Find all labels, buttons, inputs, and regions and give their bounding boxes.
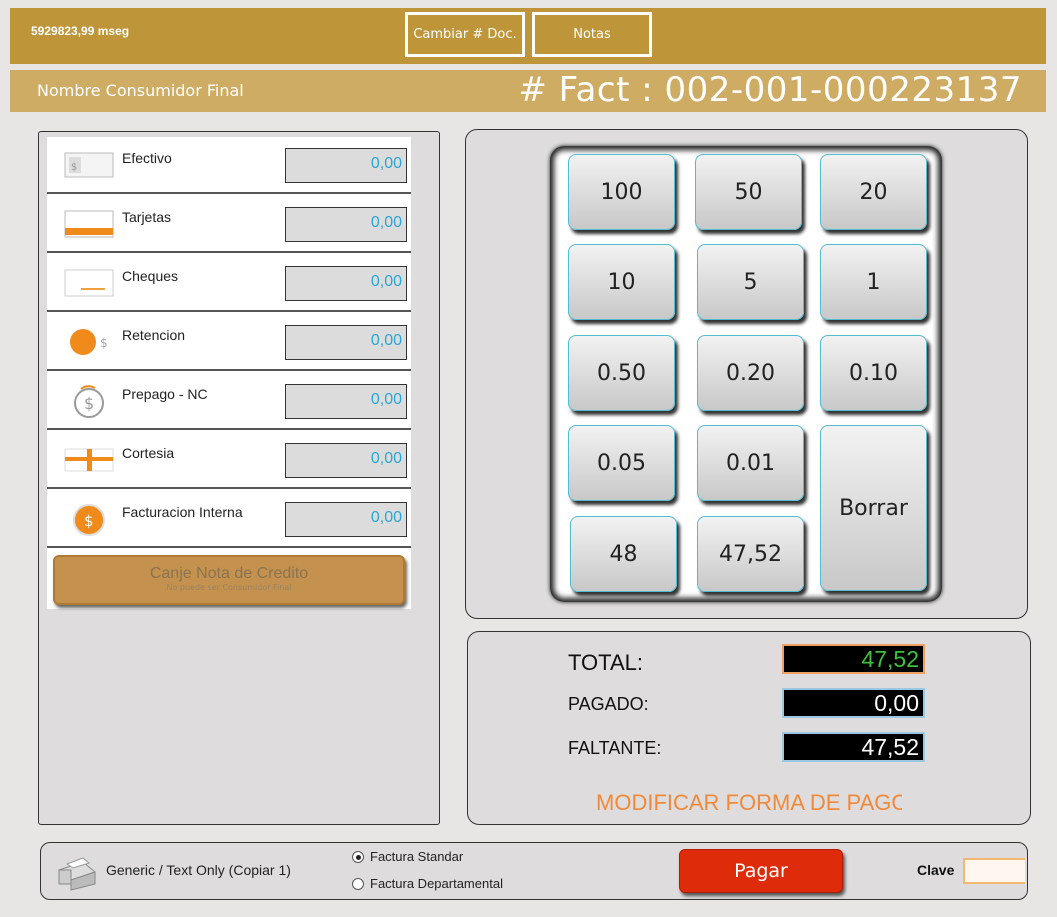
invoice-bar: Nombre Consumidor Final # Fact : 002-001… — [10, 70, 1046, 112]
payment-label: Efectivo — [122, 150, 172, 166]
banknote-icon: $ — [61, 147, 117, 183]
payment-row-prepago[interactable]: $ Prepago - NC 0,00 — [47, 373, 411, 430]
payment-methods-panel: $ Efectivo 0,00 Tarjetas 0,00 Cheques 0,… — [38, 131, 440, 825]
key-0-50[interactable]: 0.50 — [568, 335, 675, 411]
paid-value: 0,00 — [782, 688, 925, 718]
total-label: TOTAL: — [568, 650, 643, 675]
keypad-panel: 100 50 20 10 5 1 0.50 0.20 0.10 0.05 0.0… — [465, 129, 1028, 619]
credit-note-label: Canje Nota de Credito — [149, 565, 309, 582]
payment-label: Cortesia — [122, 445, 175, 461]
coin-retention-icon: $ — [61, 324, 117, 360]
svg-text:$: $ — [71, 162, 77, 173]
payment-row-retencion[interactable]: $ Retencion 0,00 — [47, 314, 411, 371]
key-1[interactable]: 1 — [820, 244, 927, 320]
radio-circle-selected — [352, 850, 364, 863]
invoice-number: # Fact : 002-001-000223137 — [518, 70, 1022, 110]
paid-label: PAGADO: — [568, 694, 649, 714]
payment-label: Prepago - NC — [122, 386, 208, 402]
consumer-name: Nombre Consumidor Final — [37, 81, 244, 100]
totals-panel: TOTAL: 47,52 PAGADO: 0,00 FALTANTE: 47,5… — [467, 631, 1031, 825]
modify-payment-link[interactable]: MODIFICAR FORMA DE PAGO — [596, 790, 902, 816]
payment-row-facturacion-interna[interactable]: $ Facturacion Interna 0,00 — [47, 491, 411, 548]
key-borrar[interactable]: Borrar — [820, 425, 927, 591]
key-10[interactable]: 10 — [568, 244, 675, 320]
key-47-52[interactable]: 47,52 — [697, 516, 804, 592]
missing-label: FALTANTE: — [568, 738, 662, 758]
retencion-amount-input[interactable]: 0,00 — [285, 325, 407, 360]
top-bar: 5929823,99 mseg Cambiar # Doc. Notas — [10, 8, 1046, 64]
keypad: 100 50 20 10 5 1 0.50 0.20 0.10 0.05 0.0… — [550, 146, 942, 602]
payment-row-cheques[interactable]: Cheques 0,00 — [47, 255, 411, 312]
payment-label: Retencion — [122, 327, 186, 343]
credit-note-button[interactable]: Canje Nota de Credito No puede ser Consu… — [53, 555, 405, 605]
change-doc-button[interactable]: Cambiar # Doc. — [405, 12, 525, 57]
password-input[interactable] — [963, 858, 1025, 884]
total-value: 47,52 — [782, 644, 925, 674]
tarjetas-amount-input[interactable]: 0,00 — [285, 207, 407, 242]
printer-name: Generic / Text Only (Copiar 1) — [106, 862, 291, 878]
prepaid-coin-icon: $ — [61, 383, 117, 419]
radio-factura-standar[interactable]: Factura Standar — [352, 849, 463, 864]
radio-label: Factura Standar — [370, 849, 464, 864]
key-50[interactable]: 50 — [695, 154, 802, 230]
key-48[interactable]: 48 — [570, 516, 677, 592]
timer-readout: 5929823,99 mseg — [31, 24, 130, 38]
key-0-10[interactable]: 0.10 — [820, 335, 927, 411]
payment-label: Cheques — [122, 268, 179, 284]
card-icon — [61, 206, 117, 242]
payment-row-efectivo[interactable]: $ Efectivo 0,00 — [47, 137, 411, 194]
payment-list: $ Efectivo 0,00 Tarjetas 0,00 Cheques 0,… — [47, 137, 411, 609]
internal-coin-icon: $ — [61, 501, 117, 537]
prepago-amount-input[interactable]: 0,00 — [285, 384, 407, 419]
cheques-amount-input[interactable]: 0,00 — [285, 266, 407, 301]
radio-label: Factura Departamental — [370, 876, 503, 891]
missing-value: 47,52 — [782, 732, 925, 762]
payment-row-tarjetas[interactable]: Tarjetas 0,00 — [47, 196, 411, 253]
cheque-icon — [61, 265, 117, 301]
svg-text:$: $ — [84, 394, 94, 413]
efectivo-amount-input[interactable]: 0,00 — [285, 148, 407, 183]
key-100[interactable]: 100 — [568, 154, 675, 230]
key-20[interactable]: 20 — [820, 154, 927, 230]
payment-label: Tarjetas — [122, 209, 172, 225]
password-label: Clave — [917, 862, 955, 878]
credit-note-sublabel: No puede ser Consumidor Final — [166, 583, 292, 592]
payment-label: Facturacion Interna — [122, 504, 243, 520]
key-5[interactable]: 5 — [697, 244, 804, 320]
svg-text:$: $ — [100, 336, 108, 350]
printer-icon[interactable] — [53, 854, 97, 892]
pay-button[interactable]: Pagar — [679, 849, 843, 893]
notes-button[interactable]: Notas — [532, 12, 652, 57]
key-0-20[interactable]: 0.20 — [697, 335, 804, 411]
key-0-01[interactable]: 0.01 — [697, 425, 804, 501]
radio-factura-departamental[interactable]: Factura Departamental — [352, 876, 503, 891]
cortesia-amount-input[interactable]: 0,00 — [285, 443, 407, 478]
radio-circle — [352, 877, 364, 890]
gift-icon — [61, 442, 117, 478]
payment-row-cortesia[interactable]: Cortesia 0,00 — [47, 432, 411, 489]
facturacion-interna-amount-input[interactable]: 0,00 — [285, 502, 407, 537]
svg-text:$: $ — [84, 512, 94, 530]
key-0-05[interactable]: 0.05 — [568, 425, 675, 501]
bottom-bar: Generic / Text Only (Copiar 1) Factura S… — [40, 842, 1028, 900]
